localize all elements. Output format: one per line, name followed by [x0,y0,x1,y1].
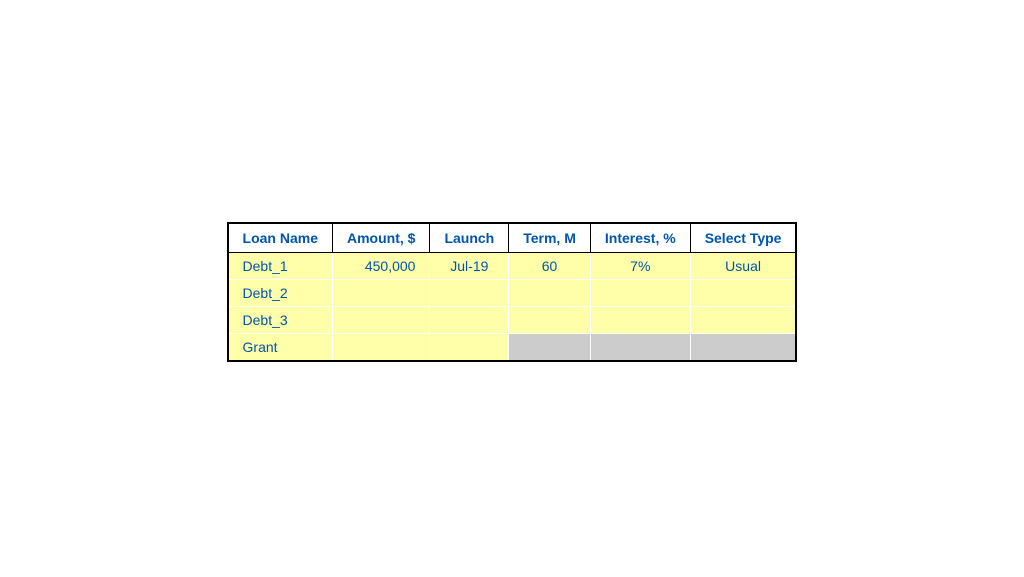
table-row[interactable]: Debt_3 [228,306,797,333]
table-body: Debt_1450,000Jul-19607%UsualDebt_2Debt_3… [228,252,797,361]
cell-term[interactable] [509,333,591,361]
cell-loan_name[interactable]: Debt_2 [228,279,333,306]
col-header-term: Term, M [509,223,591,253]
cell-select_type[interactable] [690,333,796,361]
cell-launch[interactable]: Jul-19 [430,252,509,279]
cell-select_type[interactable] [690,306,796,333]
cell-amount[interactable] [333,333,430,361]
cell-term[interactable] [509,306,591,333]
cell-interest[interactable]: 7% [590,252,690,279]
col-header-select-type: Select Type [690,223,796,253]
col-header-interest: Interest, % [590,223,690,253]
table-row[interactable]: Grant [228,333,797,361]
debt-assumptions-table: Loan Name Amount, $ Launch Term, M Inter… [227,222,798,362]
cell-loan_name[interactable]: Grant [228,333,333,361]
cell-launch[interactable] [430,279,509,306]
cell-interest[interactable] [590,333,690,361]
cell-launch[interactable] [430,306,509,333]
table-row[interactable]: Debt_2 [228,279,797,306]
col-header-amount: Amount, $ [333,223,430,253]
col-header-launch: Launch [430,223,509,253]
main-container: Loan Name Amount, $ Launch Term, M Inter… [227,216,798,362]
cell-launch[interactable] [430,333,509,361]
header-row: Loan Name Amount, $ Launch Term, M Inter… [228,223,797,253]
cell-amount[interactable]: 450,000 [333,252,430,279]
cell-amount[interactable] [333,279,430,306]
cell-select_type[interactable]: Usual [690,252,796,279]
cell-loan_name[interactable]: Debt_3 [228,306,333,333]
table-header: Loan Name Amount, $ Launch Term, M Inter… [228,223,797,253]
cell-term[interactable]: 60 [509,252,591,279]
cell-term[interactable] [509,279,591,306]
col-header-loan-name: Loan Name [228,223,333,253]
cell-interest[interactable] [590,279,690,306]
cell-amount[interactable] [333,306,430,333]
table-row[interactable]: Debt_1450,000Jul-19607%Usual [228,252,797,279]
cell-interest[interactable] [590,306,690,333]
cell-select_type[interactable] [690,279,796,306]
cell-loan_name[interactable]: Debt_1 [228,252,333,279]
